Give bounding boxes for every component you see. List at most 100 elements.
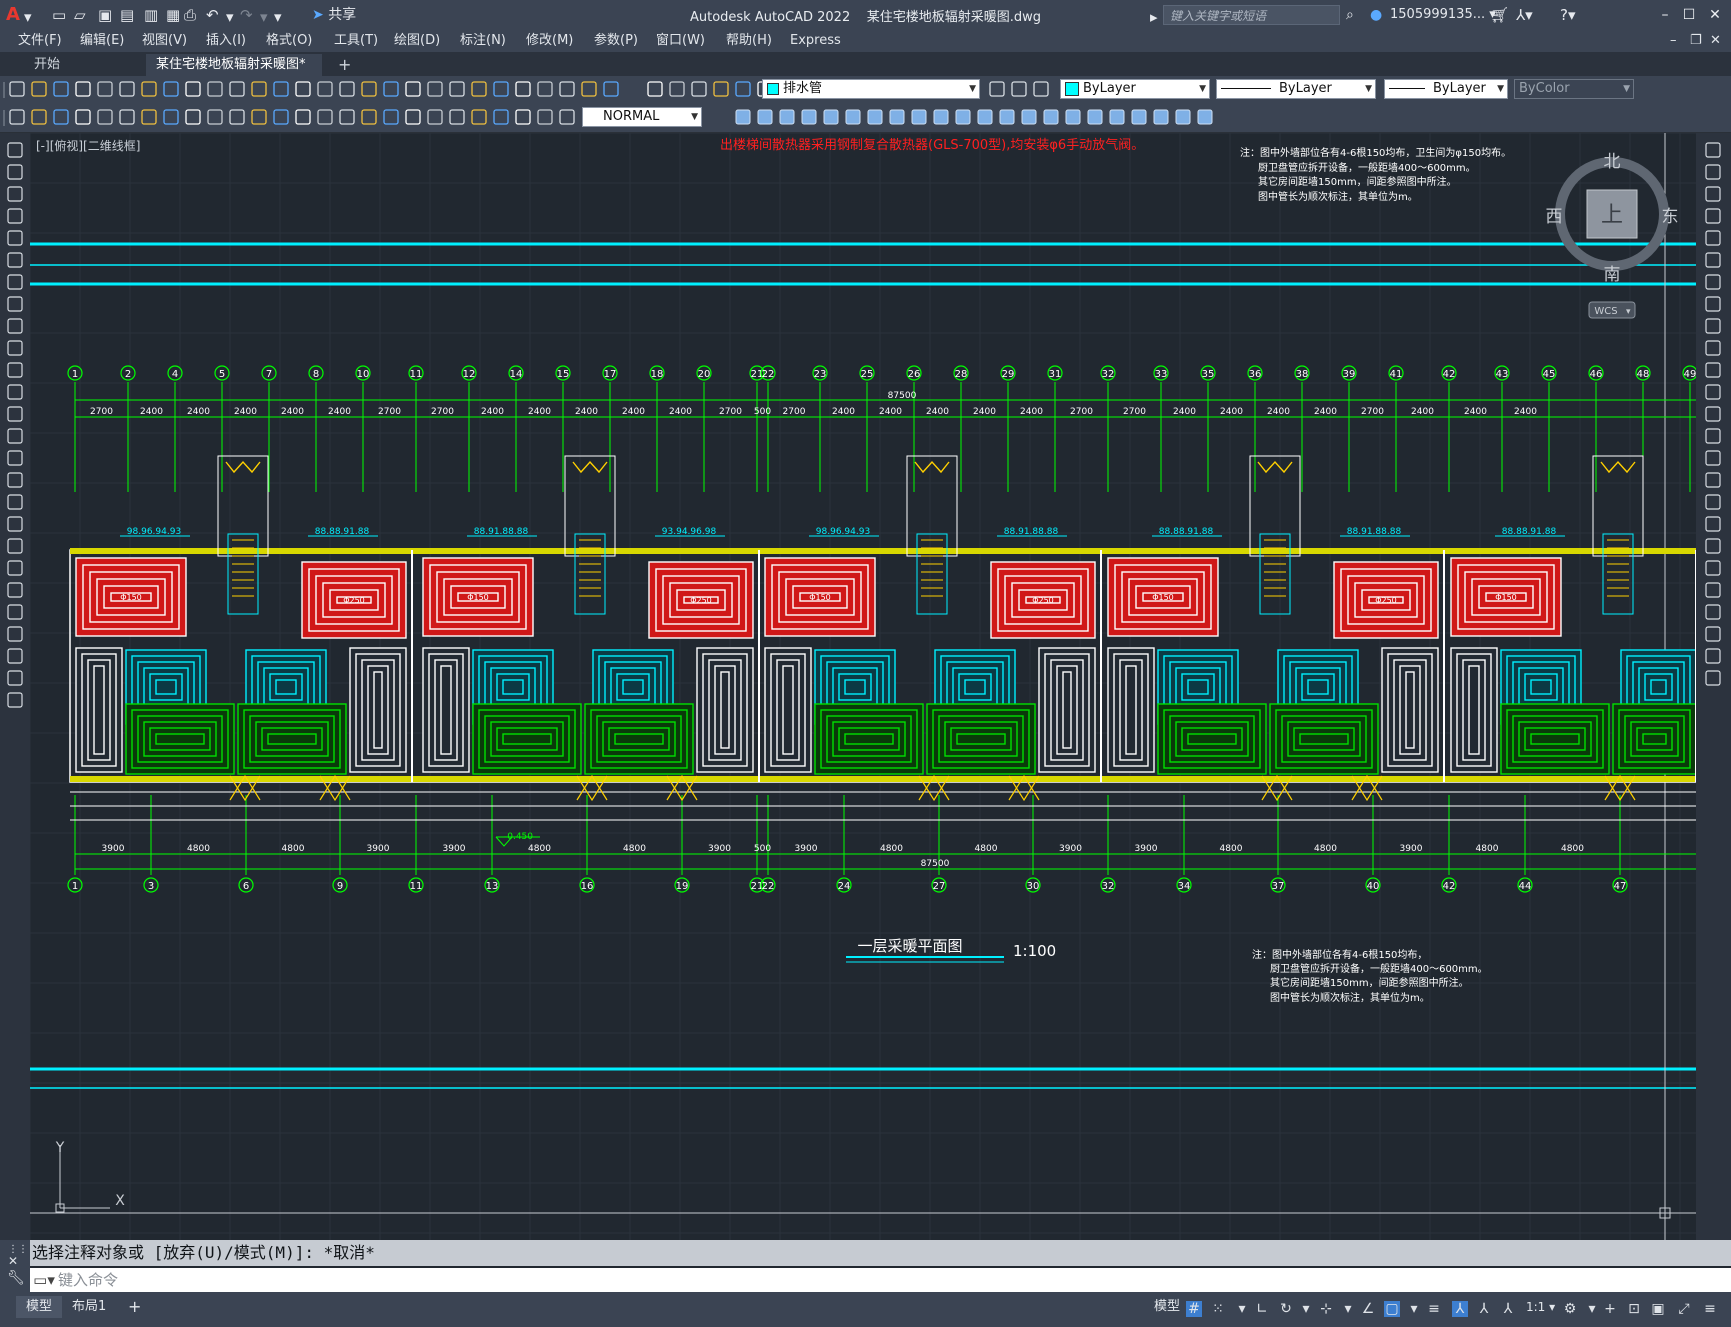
menu-insert[interactable]: 插入(I) — [206, 30, 246, 52]
workspace-dropdown-icon[interactable]: ▾ — [1584, 1301, 1600, 1317]
search-icon[interactable]: ⌕ — [1346, 4, 1354, 26]
draw-tool-icon[interactable] — [7, 186, 23, 202]
help-icon[interactable]: ?▾ — [1560, 4, 1576, 26]
modify-tool-icon[interactable] — [1705, 582, 1721, 598]
modify-tool-icon[interactable] — [1705, 164, 1721, 180]
draw-tool-icon[interactable] — [7, 384, 23, 400]
annotation-scale-button[interactable]: 1:1 ▾ — [1516, 1296, 1565, 1318]
modify-tool-icon[interactable] — [1131, 109, 1147, 125]
toolbar-tool-icon[interactable] — [251, 81, 267, 97]
command-line-handle[interactable]: ⋮⋮ ✕ 🔧︎ — [0, 1240, 30, 1292]
menu-dimension[interactable]: 标注(N) — [460, 30, 506, 52]
undo-dropdown-icon[interactable]: ▾ — [226, 6, 234, 28]
command-prompt-icon[interactable]: ▭▾ — [30, 1268, 58, 1292]
dimension-tool-icon[interactable] — [559, 109, 575, 125]
dimension-tool-icon[interactable] — [405, 109, 421, 125]
drawing-canvas[interactable]: 出楼梯间散热器采用钢制复合散热器(GLS-700型),均安装φ6手动放气阀。 注… — [30, 133, 1696, 1240]
draw-tool-icons[interactable] — [0, 133, 30, 733]
autodesk-app-icon[interactable]: ⅄▾ — [1516, 4, 1533, 26]
layer-tool-icon[interactable] — [989, 81, 1005, 97]
modify-tool-icon[interactable] — [1705, 472, 1721, 488]
model-space-button[interactable]: 模型 — [1144, 1296, 1190, 1318]
polar-icon[interactable]: ↻ — [1278, 1301, 1294, 1317]
redo-icon[interactable]: ↷ — [240, 4, 253, 26]
plot-icon[interactable]: ⎙ — [184, 4, 196, 26]
modify-tool-icon[interactable] — [1705, 516, 1721, 532]
modify-tool-icon[interactable] — [1705, 406, 1721, 422]
layer-tool-icon[interactable] — [1033, 81, 1049, 97]
grid-icon[interactable]: # — [1186, 1301, 1202, 1317]
selection-dropdown-icon[interactable]: ▾ — [1406, 1301, 1422, 1317]
modify-tool-icon[interactable] — [1705, 296, 1721, 312]
dimension-tool-icon[interactable] — [339, 109, 355, 125]
toolbar-tool-icon[interactable] — [713, 81, 729, 97]
dimension-tool-icon[interactable] — [119, 109, 135, 125]
toolbar-tool-icon[interactable] — [691, 81, 707, 97]
toolbar-tool-icon[interactable] — [339, 81, 355, 97]
menu-file[interactable]: 文件(F) — [18, 30, 62, 52]
user-account-menu[interactable]: 1505999135... ▾ — [1390, 4, 1496, 26]
plotstyle-dropdown[interactable]: ByColor ▼ — [1514, 79, 1634, 99]
command-input[interactable]: ▭▾ 键入命令 — [30, 1268, 1731, 1292]
toolbar-tool-icon[interactable] — [537, 81, 553, 97]
toolbar-tool-icon[interactable] — [97, 81, 113, 97]
layer-dropdown[interactable]: 排水管 ▼ — [762, 79, 980, 99]
draw-tool-icon[interactable] — [7, 296, 23, 312]
toolbar-tool-icon[interactable] — [383, 81, 399, 97]
modify-tool-icon[interactable] — [757, 109, 773, 125]
viewport-controls[interactable]: [-][俯视][二维线框] — [36, 137, 140, 154]
menu-view[interactable]: 视图(V) — [142, 30, 187, 52]
undo-icon[interactable]: ↶ — [206, 4, 219, 26]
toolbar-tool-icon[interactable] — [163, 81, 179, 97]
modify-tool-icon[interactable] — [735, 109, 751, 125]
viewcube[interactable]: 上 北 南 西 东 WCS ▾ — [1546, 152, 1679, 319]
draw-tool-icon[interactable] — [7, 230, 23, 246]
toolbar-tool-icon[interactable] — [559, 81, 575, 97]
menu-express[interactable]: Express — [790, 30, 841, 52]
dimension-tool-icon[interactable] — [493, 109, 509, 125]
maximize-icon[interactable]: ☐ — [1678, 4, 1700, 26]
quick-properties-icon[interactable]: ≡ — [1426, 1301, 1442, 1317]
modify-tool-icon[interactable] — [1705, 208, 1721, 224]
object-snap-tracking-icon[interactable]: ⊹ — [1318, 1301, 1334, 1317]
dimension-tool-icon[interactable] — [97, 109, 113, 125]
autodesk-store-icon[interactable]: 🛒︎ — [1490, 4, 1509, 26]
toolbar-tool-icon[interactable] — [493, 81, 509, 97]
toolbar-tool-icon[interactable] — [449, 81, 465, 97]
dimension-tool-icon[interactable] — [317, 109, 333, 125]
toolbar-tool-icon[interactable] — [361, 81, 377, 97]
ortho-icon[interactable]: ∟ — [1254, 1301, 1270, 1317]
annotation-scale-icon[interactable]: ⅄ — [1500, 1301, 1516, 1317]
modify-tool-icon[interactable] — [1705, 252, 1721, 268]
modify-tool-icon[interactable] — [1705, 670, 1721, 686]
close-icon[interactable]: ✕ — [1704, 4, 1726, 26]
add-layout-button[interactable]: + — [118, 1296, 151, 1318]
modify-tool-icon[interactable] — [999, 109, 1015, 125]
cad-drawing[interactable]: 出楼梯间散热器采用钢制复合散热器(GLS-700型),均安装φ6手动放气阀。 注… — [30, 133, 1696, 1240]
draw-tool-icon[interactable] — [7, 450, 23, 466]
gear-icon[interactable]: ⚙ — [1562, 1301, 1578, 1317]
dimension-tool-icon[interactable] — [163, 109, 179, 125]
app-menu-chevron-icon[interactable]: ▾ — [24, 6, 32, 28]
modify-tool-icon[interactable] — [1705, 494, 1721, 510]
modify-tool-icon[interactable] — [1705, 604, 1721, 620]
modify-tool-icon[interactable] — [1705, 142, 1721, 158]
toolbar-tool-icon[interactable] — [603, 81, 619, 97]
menu-modify[interactable]: 修改(M) — [526, 30, 573, 52]
modify-tool-icon[interactable] — [933, 109, 949, 125]
modify-tool-icon[interactable] — [1705, 538, 1721, 554]
dimension-tool-icon[interactable] — [31, 109, 47, 125]
lineweight-dropdown[interactable]: ByLayer ▼ — [1384, 79, 1508, 99]
draw-tool-icon[interactable] — [7, 362, 23, 378]
new-file-icon[interactable]: ▭ — [52, 4, 66, 26]
modify-tool-icon[interactable] — [911, 109, 927, 125]
dimension-tool-icon[interactable] — [383, 109, 399, 125]
draw-tool-icon[interactable] — [7, 274, 23, 290]
modify-tool-icon[interactable] — [1021, 109, 1037, 125]
expand-search-icon[interactable]: ▸ — [1150, 6, 1158, 28]
draw-tool-icon[interactable] — [7, 208, 23, 224]
dimension-tool-icon[interactable] — [75, 109, 91, 125]
modify-tool-icon[interactable] — [889, 109, 905, 125]
tab-start[interactable]: 开始 — [24, 54, 144, 76]
toolbar-tool-icon[interactable] — [647, 81, 663, 97]
